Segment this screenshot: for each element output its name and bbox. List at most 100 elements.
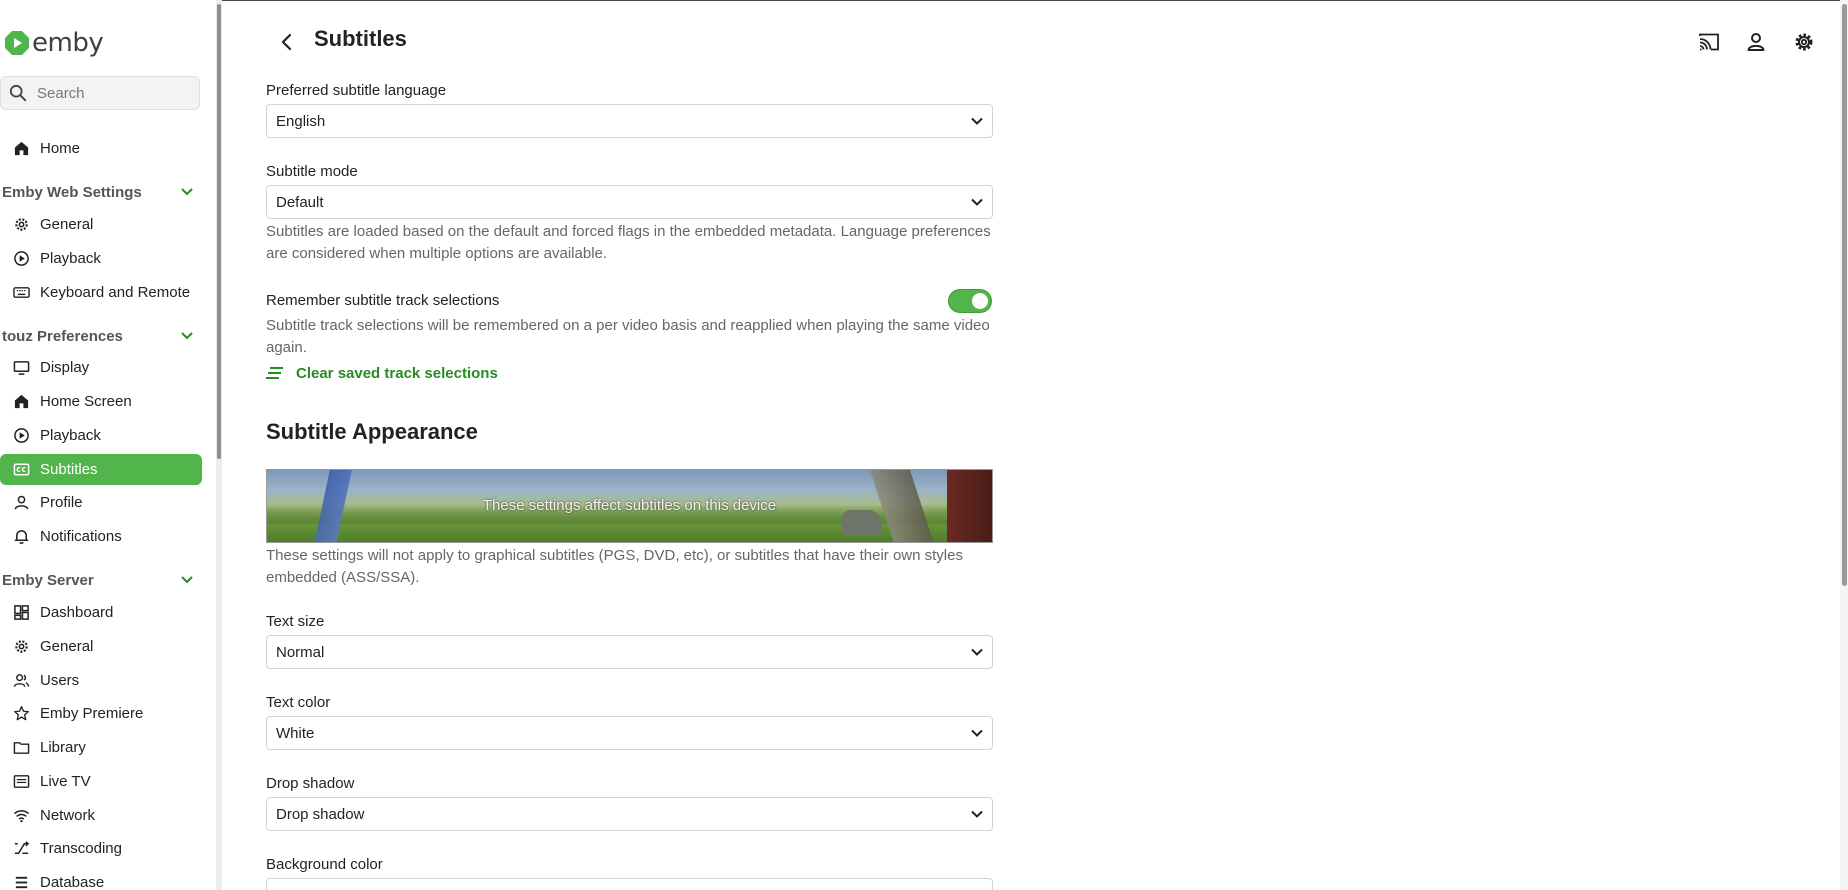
subtitle-mode-select[interactable]: Default bbox=[266, 185, 993, 219]
sidebar-item-label: Playback bbox=[40, 427, 101, 444]
user-button[interactable] bbox=[1742, 28, 1770, 56]
sidebar-item-playback[interactable]: Playback bbox=[0, 243, 202, 274]
scrollbar-thumb[interactable] bbox=[217, 4, 221, 459]
user-icon bbox=[1747, 33, 1765, 51]
drop-shadow-select[interactable]: Drop shadow bbox=[266, 797, 993, 831]
sidebar-item-label: Network bbox=[40, 807, 96, 824]
drop-shadow-label: Drop shadow bbox=[266, 775, 355, 792]
sidebar-item-live-tv[interactable]: Live TV bbox=[0, 766, 202, 797]
section-title: touz Preferences bbox=[2, 327, 123, 345]
sidebar-item-label: Library bbox=[40, 739, 86, 756]
search-box[interactable] bbox=[0, 76, 200, 110]
sidebar-item-home[interactable]: Home bbox=[0, 133, 202, 164]
sidebar-item-home-screen[interactable]: Home Screen bbox=[0, 386, 202, 417]
settings-button[interactable] bbox=[1790, 28, 1818, 56]
preferred-language-select[interactable]: English bbox=[266, 104, 993, 138]
sidebar-item-label: Profile bbox=[40, 494, 83, 511]
text-color-label: Text color bbox=[266, 694, 331, 711]
sidebar-item-subtitles[interactable]: Subtitles bbox=[0, 454, 202, 485]
chevron-down-icon bbox=[971, 729, 983, 737]
folder-icon bbox=[12, 739, 30, 757]
sidebar-item-label: Notifications bbox=[40, 528, 122, 545]
search-input[interactable] bbox=[35, 83, 199, 103]
sidebar-item-general[interactable]: General bbox=[0, 209, 202, 240]
chevron-down-icon bbox=[181, 332, 193, 340]
emby-logo-icon bbox=[4, 30, 30, 56]
text-size-select[interactable]: Normal bbox=[266, 635, 993, 669]
play-circle-icon bbox=[12, 427, 30, 445]
sidebar-item-playback-preferences[interactable]: Playback bbox=[0, 420, 202, 451]
background-color-select[interactable] bbox=[266, 878, 993, 890]
sidebar-item-label: Keyboard and Remote bbox=[40, 284, 191, 301]
clear-saved-track-selections-button[interactable]: Clear saved track selections bbox=[266, 363, 498, 383]
section-header-touz-preferences[interactable]: touz Preferences bbox=[2, 324, 198, 348]
remember-tracks-help: Subtitle track selections will be rememb… bbox=[266, 317, 990, 356]
wifi-icon bbox=[12, 807, 30, 825]
sidebar-item-label: Live TV bbox=[40, 773, 91, 790]
back-button[interactable] bbox=[273, 28, 301, 56]
sidebar-item-label: Emby Premiere bbox=[40, 705, 144, 722]
sidebar-item-network[interactable]: Network bbox=[0, 800, 202, 831]
sidebar-item-library[interactable]: Library bbox=[0, 732, 202, 763]
subtitle-preview: These settings affect subtitles on this … bbox=[266, 469, 993, 543]
sidebar-item-transcoding[interactable]: Transcoding bbox=[0, 833, 202, 864]
sidebar-item-label: Home Screen bbox=[40, 393, 132, 410]
sidebar-scrollbar[interactable] bbox=[216, 0, 222, 890]
dashboard-icon bbox=[12, 604, 30, 622]
sidebar-item-label: Dashboard bbox=[40, 604, 114, 621]
search-icon bbox=[9, 84, 27, 102]
cast-icon bbox=[1699, 33, 1719, 51]
subtitle-mode-label: Subtitle mode bbox=[266, 163, 358, 180]
sidebar-item-label: Database bbox=[40, 874, 105, 890]
settings-gear-icon bbox=[1795, 33, 1813, 51]
sidebar-item-emby-premiere[interactable]: Emby Premiere bbox=[0, 698, 202, 729]
emby-wordmark: emby bbox=[32, 28, 104, 58]
sidebar-item-server-general[interactable]: General bbox=[0, 631, 202, 662]
sidebar-item-label: Users bbox=[40, 672, 80, 689]
top-border bbox=[220, 0, 1848, 1]
page-scrollbar[interactable] bbox=[1840, 0, 1848, 890]
sidebar-item-keyboard-and-remote[interactable]: Keyboard and Remote bbox=[0, 277, 202, 308]
sidebar-item-label: Home bbox=[40, 140, 81, 157]
sidebar-item-label: General bbox=[40, 638, 94, 655]
scrollbar-thumb[interactable] bbox=[1842, 4, 1847, 586]
sidebar-item-label: Subtitles bbox=[40, 461, 98, 478]
sidebar-item-users[interactable]: Users bbox=[0, 665, 202, 696]
section-header-emby-web-settings[interactable]: Emby Web Settings bbox=[2, 180, 198, 204]
toggle-knob bbox=[972, 293, 988, 309]
person-icon bbox=[12, 494, 30, 512]
clear-button-label: Clear saved track selections bbox=[296, 364, 498, 382]
page-title: Subtitles bbox=[314, 26, 407, 51]
select-value: Drop shadow bbox=[276, 805, 365, 823]
chevron-down-icon bbox=[181, 188, 193, 196]
background-color-label: Background color bbox=[266, 856, 383, 873]
sidebar-item-display[interactable]: Display bbox=[0, 352, 202, 383]
chevron-down-icon bbox=[971, 117, 983, 125]
sidebar-item-dashboard[interactable]: Dashboard bbox=[0, 597, 202, 628]
preview-caption: These settings affect subtitles on this … bbox=[482, 497, 777, 514]
text-size-label: Text size bbox=[266, 613, 325, 630]
cast-button[interactable] bbox=[1695, 28, 1723, 56]
sidebar-item-label: General bbox=[40, 216, 94, 233]
remember-tracks-toggle[interactable] bbox=[948, 289, 992, 313]
tv-guide-icon bbox=[12, 773, 30, 791]
subtitle-mode-help: Subtitles are loaded based on the defaul… bbox=[266, 223, 991, 262]
select-value: English bbox=[276, 112, 326, 130]
home-icon bbox=[12, 393, 30, 411]
sidebar-item-label: Display bbox=[40, 359, 90, 376]
home-icon bbox=[12, 140, 30, 158]
text-color-select[interactable]: White bbox=[266, 716, 993, 750]
transcode-icon bbox=[12, 840, 30, 858]
sidebar-item-profile[interactable]: Profile bbox=[0, 487, 202, 518]
keyboard-icon bbox=[12, 284, 30, 302]
gear-icon bbox=[12, 638, 30, 656]
sidebar-item-database[interactable]: Database bbox=[0, 867, 202, 890]
chevron-down-icon bbox=[181, 576, 193, 584]
sidebar-item-notifications[interactable]: Notifications bbox=[0, 521, 202, 552]
section-title: Emby Web Settings bbox=[2, 183, 142, 201]
select-value: White bbox=[276, 724, 315, 742]
emby-logo[interactable]: emby bbox=[4, 26, 104, 60]
section-header-emby-server[interactable]: Emby Server bbox=[2, 568, 198, 592]
monitor-icon bbox=[12, 359, 30, 377]
select-value: Default bbox=[276, 193, 324, 211]
